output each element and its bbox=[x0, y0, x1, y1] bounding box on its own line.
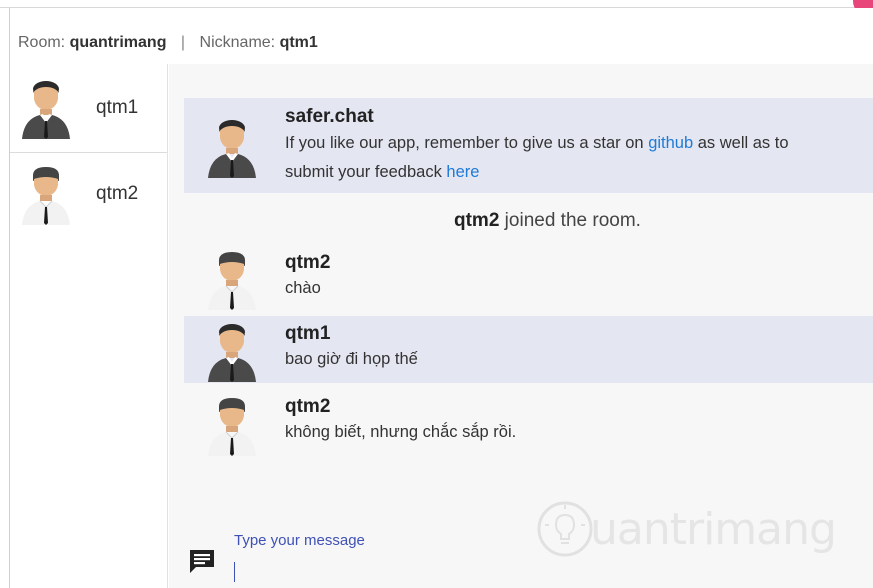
user-list: qtm1 qtm2 bbox=[10, 64, 168, 588]
user-list-item[interactable]: qtm2 bbox=[10, 153, 167, 235]
message-body: qtm2 không biết, nhưng chắc sắp rồi. bbox=[285, 396, 516, 447]
avatar bbox=[206, 394, 258, 456]
user-name: qtm2 bbox=[96, 183, 139, 204]
message-text-segment: submit your feedback bbox=[285, 163, 447, 181]
message-body: safer.chat If you like our app, remember… bbox=[285, 106, 789, 187]
lightbulb-icon bbox=[537, 501, 593, 557]
header-separator: | bbox=[180, 34, 186, 51]
system-user: qtm2 bbox=[454, 210, 500, 231]
avatar bbox=[206, 320, 258, 382]
system-notice: qtm2 joined the room. bbox=[454, 210, 641, 232]
avatar bbox=[20, 77, 72, 139]
message-author: qtm2 bbox=[285, 252, 331, 273]
message-author: qtm1 bbox=[285, 323, 331, 344]
message-text: không biết, nhưng chắc sắp rồi. bbox=[285, 423, 517, 441]
message-text: If you like our app, remember to give us… bbox=[285, 129, 789, 187]
message-author: qtm2 bbox=[285, 396, 331, 417]
user-name: qtm1 bbox=[96, 97, 139, 118]
message-item: qtm1 bao giờ đi họp thế bbox=[184, 316, 873, 383]
message-input[interactable] bbox=[234, 555, 794, 585]
user-list-item[interactable]: qtm1 bbox=[10, 64, 167, 153]
avatar bbox=[206, 248, 258, 310]
watermark-text: uantrimang bbox=[590, 503, 837, 555]
message-text: chào bbox=[285, 279, 321, 297]
avatar bbox=[20, 163, 72, 225]
nickname-label: Nickname: bbox=[199, 34, 276, 51]
avatar bbox=[206, 116, 258, 178]
github-link[interactable]: github bbox=[648, 134, 693, 152]
nickname-value: qtm1 bbox=[279, 34, 318, 51]
message-text-segment: If you like our app, remember to give us… bbox=[285, 134, 649, 152]
room-label: Room: bbox=[18, 34, 66, 51]
message-input-label: Type your message bbox=[234, 532, 365, 549]
room-header: Room: quantrimang | Nickname: qtm1 bbox=[10, 8, 873, 64]
window-top-border bbox=[0, 0, 873, 8]
feedback-link[interactable]: here bbox=[446, 163, 479, 181]
window-left-border bbox=[0, 8, 10, 588]
room-name: quantrimang bbox=[69, 34, 167, 51]
message-item: qtm2 không biết, nhưng chắc sắp rồi. bbox=[184, 390, 873, 460]
system-text: joined the room. bbox=[499, 210, 641, 231]
watermark: uantrimang bbox=[536, 500, 837, 558]
message-item: qtm2 chào bbox=[184, 244, 873, 314]
message-icon bbox=[190, 550, 214, 573]
message-text-segment: as well as to bbox=[693, 134, 789, 152]
message-body: qtm2 chào bbox=[285, 252, 330, 303]
message-item: safer.chat If you like our app, remember… bbox=[184, 98, 873, 193]
message-text: bao giờ đi họp thế bbox=[285, 350, 418, 368]
room-info: Room: quantrimang | Nickname: qtm1 bbox=[18, 34, 318, 52]
message-body: qtm1 bao giờ đi họp thế bbox=[285, 323, 418, 374]
message-author: safer.chat bbox=[285, 106, 374, 127]
